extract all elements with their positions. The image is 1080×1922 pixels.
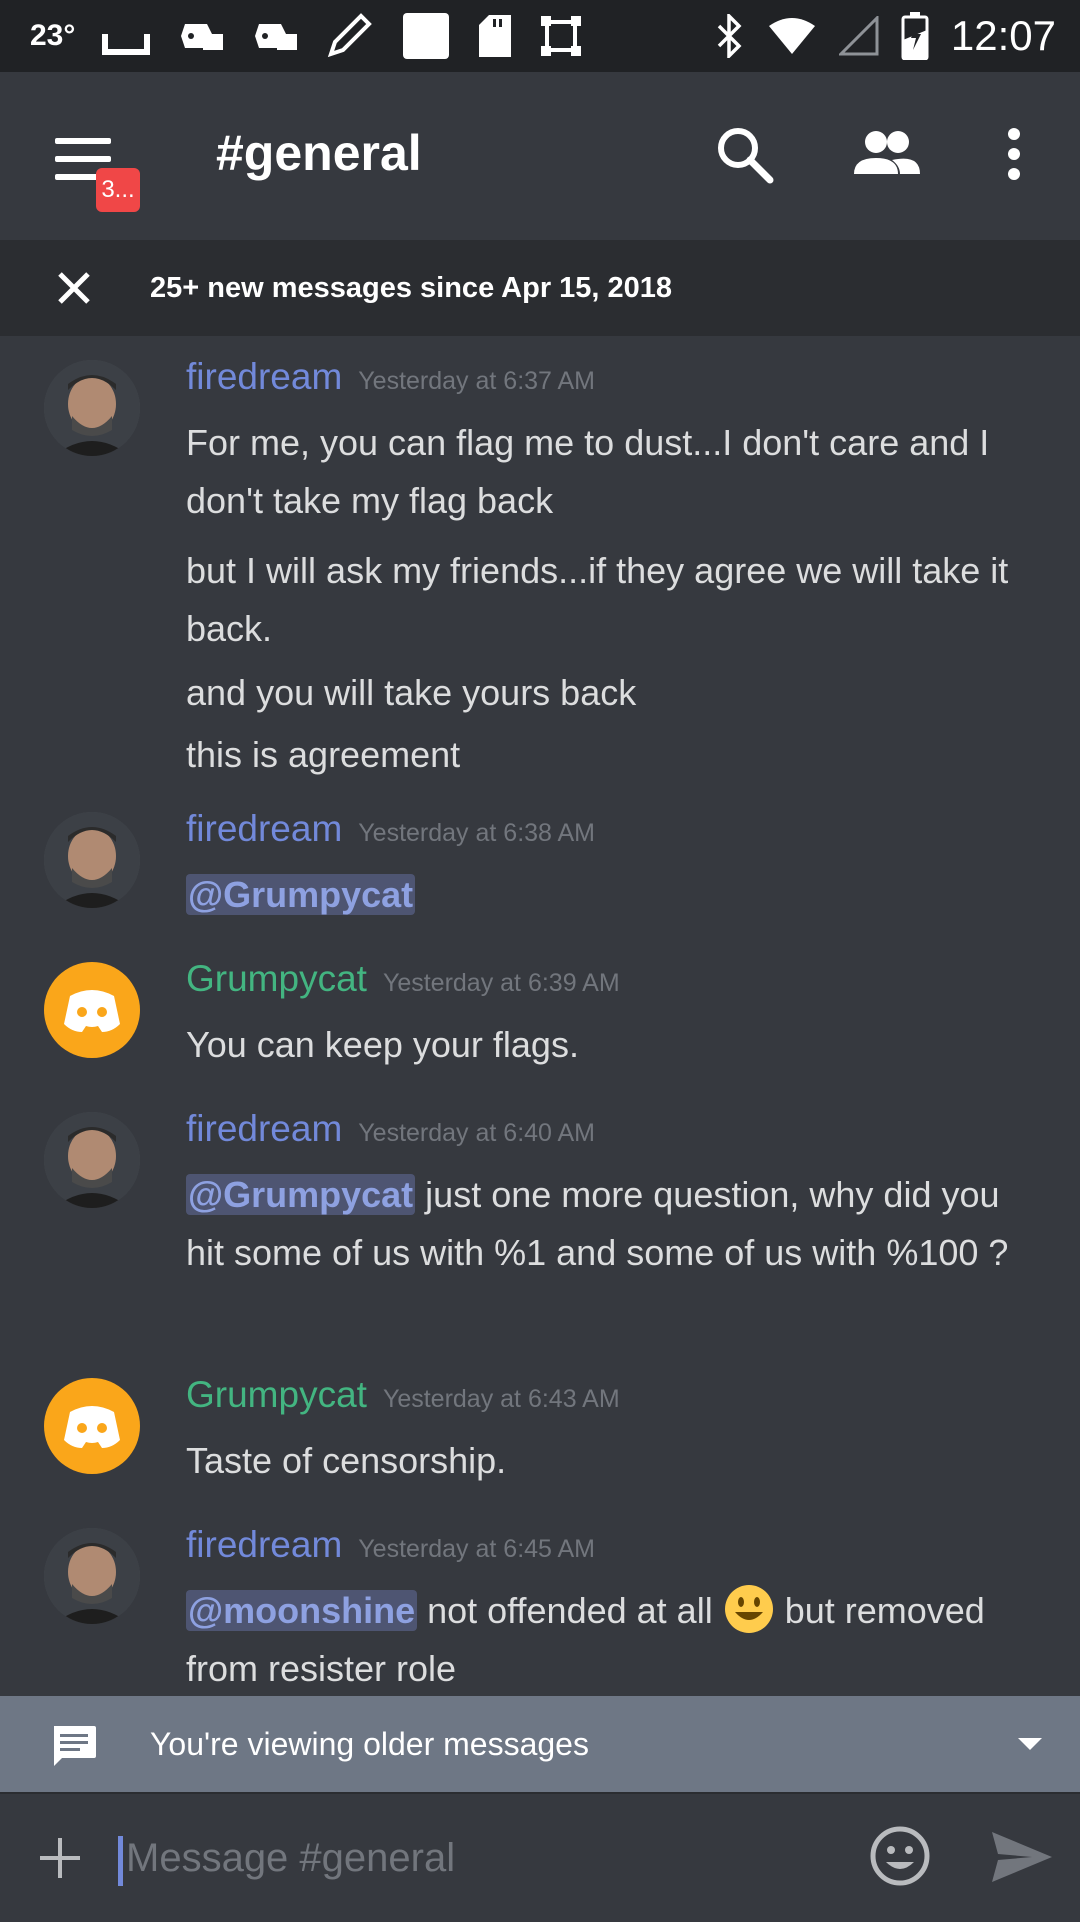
avatar[interactable] [44,1112,140,1208]
message-text: For me, you can flag me to dust...I don'… [186,422,990,521]
text-caret [118,1836,123,1886]
message-text: You can keep your flags. [186,1024,579,1065]
clock: 12:07 [950,12,1056,59]
message-text: but I will ask my friends...if they agre… [186,550,1009,649]
user-mention[interactable]: @Grumpycat [186,1174,416,1215]
older-messages-bar[interactable]: You're viewing older messages [0,1696,1080,1792]
message-timestamp: Yesterday at 6:43 AM [382,1385,620,1413]
screenshot-icon [541,16,582,56]
more-vertical-icon[interactable] [1000,124,1028,184]
pencil-icon [328,13,373,58]
message-timestamp: Yesterday at 6:45 AM [358,1535,596,1563]
message-author[interactable]: firedream Yesterday at 6:45 AM [186,1524,595,1566]
emoji-icon[interactable] [870,1826,930,1886]
cell-signal-icon [838,16,879,56]
status-bar: 23° 12:07 [0,0,1080,72]
message-list[interactable]: firedream Yesterday at 6:37 AM For me, yo… [0,336,1080,1696]
message-author[interactable]: firedream Yesterday at 6:38 AM [186,808,595,850]
avatar[interactable] [44,360,140,456]
message-text: @moonshine not offended at all but remov… [186,1582,1046,1696]
message-text: @Grumpycat just one more question, why d… [186,1174,1009,1273]
members-icon[interactable] [852,124,922,184]
avatar[interactable] [44,1378,140,1474]
message-timestamp: Yesterday at 6:38 AM [358,819,596,847]
message-text: and you will take yours back [186,672,637,713]
message-author[interactable]: firedream Yesterday at 6:40 AM [186,1108,595,1150]
cast-icon [102,34,151,55]
message-author[interactable]: firedream Yesterday at 6:37 AM [186,356,595,398]
close-icon[interactable] [56,270,92,306]
message-text: Taste of censorship. [186,1440,507,1481]
user-mention[interactable]: @Grumpycat [186,874,416,915]
message-timestamp: Yesterday at 6:40 AM [358,1119,596,1147]
gamepad-icon [181,24,224,50]
temperature: 23° [30,19,76,52]
message-author[interactable]: Grumpycat Yesterday at 6:39 AM [186,958,620,1000]
battery-icon [901,12,929,60]
message-composer: Message #general [0,1792,1080,1922]
gamepad-icon [255,24,298,50]
new-messages-text: 25+ new messages since Apr 15, 2018 [150,271,673,304]
chat-bubble-icon [54,1726,96,1766]
smiley-emoji-icon [724,1585,773,1633]
wifi-icon [768,18,815,54]
avatar[interactable] [44,1528,140,1624]
new-messages-bar[interactable]: 25+ new messages since Apr 15, 2018 [0,240,1080,336]
user-mention[interactable]: @moonshine [186,1590,418,1631]
unread-badge: 3... [96,168,140,212]
message-timestamp: Yesterday at 6:39 AM [382,969,620,997]
avatar[interactable] [44,962,140,1058]
message-text: @Grumpycat [186,866,1046,924]
chevron-down-icon[interactable] [1016,1736,1044,1752]
channel-header: 3... #general [0,72,1080,240]
message-text: this is agreement [186,734,461,775]
add-attachment-icon[interactable] [38,1836,82,1880]
square-icon [403,13,450,59]
sd-card-icon [479,15,512,57]
bluetooth-icon [717,14,742,58]
message-author[interactable]: Grumpycat Yesterday at 6:43 AM [186,1374,620,1416]
channel-title: #general [216,125,422,181]
send-icon[interactable] [990,1830,1054,1884]
message-input[interactable]: Message #general [126,1836,455,1881]
older-messages-text: You're viewing older messages [150,1725,589,1762]
avatar[interactable] [44,812,140,908]
message-timestamp: Yesterday at 6:37 AM [358,367,596,395]
search-icon[interactable] [714,124,774,184]
